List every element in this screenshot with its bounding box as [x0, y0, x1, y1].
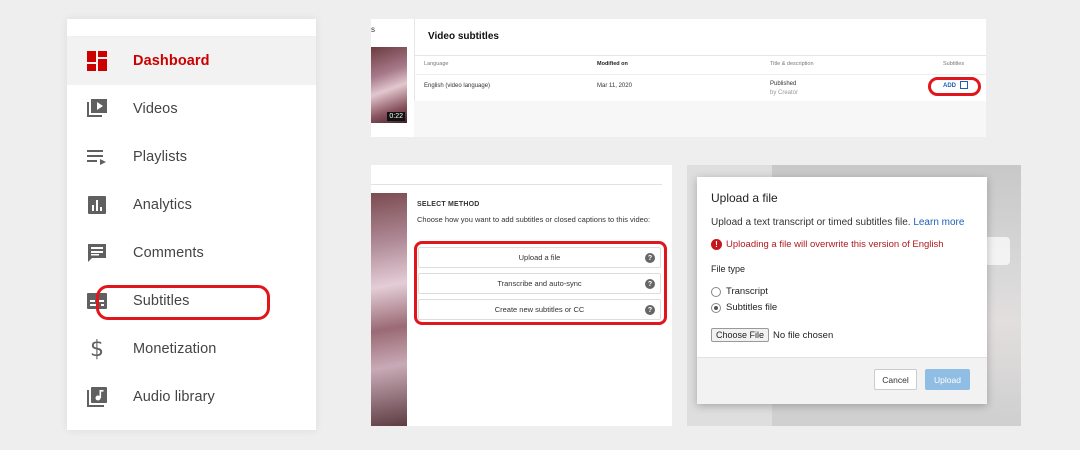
column-header-title-description: Title & description: [770, 61, 814, 67]
sidebar-item-label: Playlists: [133, 149, 188, 165]
video-thumbnail[interactable]: 0:22: [371, 47, 407, 123]
panel-header: [414, 19, 986, 56]
options-highlight-ring: [414, 241, 667, 325]
warning-text: Uploading a file will overwrite this ver…: [726, 239, 944, 250]
cancel-button[interactable]: Cancel: [874, 369, 917, 390]
sidebar-item-audio-library[interactable]: Audio library: [67, 373, 316, 421]
dashboard-icon: [86, 50, 108, 72]
sidebar-item-videos[interactable]: Videos: [67, 85, 316, 133]
status-author: by Creator: [770, 90, 799, 96]
divider: [371, 184, 662, 185]
sidebar-item-label: Audio library: [133, 389, 215, 405]
column-header-modified: Modified on: [597, 61, 628, 67]
choose-file-button[interactable]: Choose File: [711, 328, 770, 342]
column-header-language: Language: [424, 61, 449, 67]
video-preview[interactable]: ⚙: [371, 193, 407, 426]
upload-dialog-panel: Upload a file Upload a text transcript o…: [687, 165, 1021, 426]
thumbnail-caption: s: [371, 25, 375, 34]
sidebar-item-analytics[interactable]: Analytics: [67, 181, 316, 229]
file-status: No file chosen: [773, 329, 834, 341]
radio-label: Subtitles file: [726, 302, 778, 313]
radio-subtitles-file[interactable]: Subtitles file: [711, 302, 777, 313]
studio-sidebar: Dashboard Videos Playlists Analytics Com…: [67, 19, 316, 430]
sidebar-item-label: Analytics: [133, 197, 192, 213]
table-divider: [414, 74, 986, 75]
select-method-heading: SELECT METHOD: [417, 201, 480, 208]
video-subtitles-panel: s 0:22 Video subtitles Language Modified…: [371, 19, 986, 137]
sidebar-item-label: Monetization: [133, 341, 217, 357]
radio-transcript[interactable]: Transcript: [711, 286, 768, 297]
radio-button[interactable]: [711, 302, 721, 313]
radio-button[interactable]: [711, 286, 721, 297]
table-footer-area: [414, 101, 986, 137]
warning-icon: !: [711, 239, 722, 250]
status-published: Published: [770, 81, 797, 87]
column-header-subtitles: Subtitles: [943, 61, 965, 67]
sidebar-item-comments[interactable]: Comments: [67, 229, 316, 277]
videos-icon: [86, 98, 108, 120]
sidebar-item-dashboard[interactable]: Dashboard: [67, 37, 316, 85]
sidebar-item-playlists[interactable]: Playlists: [67, 133, 316, 181]
radio-label: Transcript: [726, 286, 768, 297]
sidebar-item-label: Dashboard: [133, 53, 210, 69]
dialog-title: Upload a file: [711, 191, 778, 205]
sidebar-item-monetization[interactable]: $ Monetization: [67, 325, 316, 373]
overwrite-warning: ! Uploading a file will overwrite this v…: [711, 239, 944, 250]
playlists-icon: [86, 146, 108, 168]
comments-icon: [86, 242, 108, 264]
add-highlight-ring: [928, 77, 981, 96]
video-duration: 0:22: [387, 112, 405, 121]
dialog-description-text: Upload a text transcript or timed subtit…: [711, 217, 911, 228]
page-title: Video subtitles: [428, 31, 499, 42]
learn-more-link[interactable]: Learn more: [913, 217, 964, 228]
row-language: English (video language): [424, 83, 491, 89]
dialog-description: Upload a text transcript or timed subtit…: [711, 217, 964, 228]
select-method-description: Choose how you want to add subtitles or …: [417, 215, 651, 224]
audio-library-icon: [86, 386, 108, 408]
sidebar-top-divider: [67, 19, 316, 37]
row-modified-date: Mar 11, 2020: [597, 83, 632, 89]
file-picker: Choose File No file chosen: [711, 328, 833, 342]
upload-button[interactable]: Upload: [925, 369, 970, 390]
dollar-icon: $: [90, 336, 104, 362]
upload-file-dialog: Upload a file Upload a text transcript o…: [697, 177, 987, 404]
subtitles-highlight-ring: [96, 285, 270, 320]
analytics-icon: [86, 194, 108, 216]
sidebar-item-label: Videos: [133, 101, 178, 117]
file-type-label: File type: [711, 264, 746, 274]
row-status: Published by Creator: [770, 80, 798, 98]
sidebar-item-label: Comments: [133, 245, 204, 261]
